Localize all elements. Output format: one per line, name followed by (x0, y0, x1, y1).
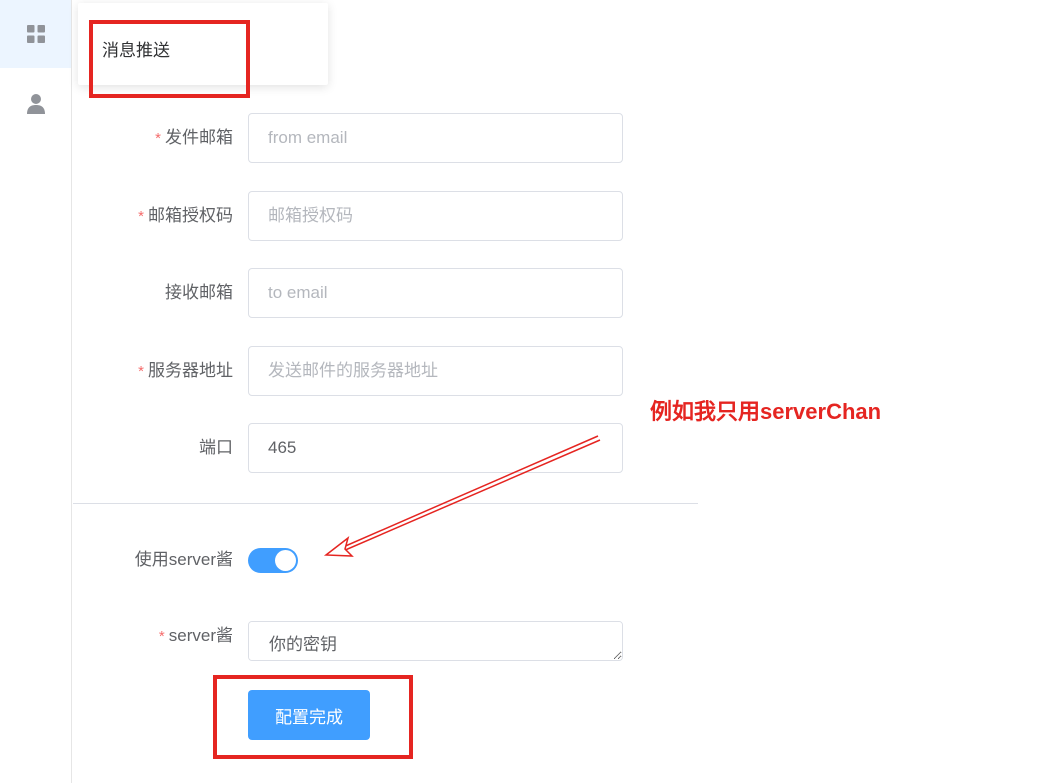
use-serverchan-label: 使用server酱 (134, 550, 233, 569)
use-serverchan-toggle[interactable] (248, 548, 298, 573)
port-label: 端口 (199, 438, 233, 457)
to-email-label: 接收邮箱 (165, 283, 233, 302)
annotation-text: 例如我只用serverChan (650, 399, 882, 424)
from-email-input[interactable] (248, 113, 623, 163)
sidebar-item-user[interactable] (0, 70, 71, 138)
server-address-input[interactable] (248, 346, 623, 396)
port-input[interactable] (248, 423, 623, 473)
serverchan-key-textarea[interactable] (248, 621, 623, 661)
to-email-input[interactable] (248, 268, 623, 318)
toggle-knob (275, 550, 296, 571)
required-mark: * (138, 208, 144, 225)
serverchan-key-label: * server酱 (158, 626, 233, 645)
menu-popover: 消息推送 (78, 3, 328, 85)
required-mark: * (158, 628, 165, 645)
menu-item-message-push[interactable]: 消息推送 (102, 36, 170, 61)
required-mark: * (138, 363, 144, 380)
section-divider (73, 503, 698, 504)
submit-config-button[interactable]: 配置完成 (248, 690, 370, 740)
required-mark: * (155, 130, 161, 147)
sidebar-item-dashboard[interactable] (0, 0, 71, 68)
auth-code-input[interactable] (248, 191, 623, 241)
server-address-label: * 服务器地址 (138, 361, 233, 380)
sidebar (0, 0, 72, 783)
grid-icon (26, 25, 45, 43)
auth-code-label: * 邮箱授权码 (138, 206, 233, 225)
user-icon (26, 94, 45, 114)
from-email-label: * 发件邮箱 (155, 128, 233, 147)
